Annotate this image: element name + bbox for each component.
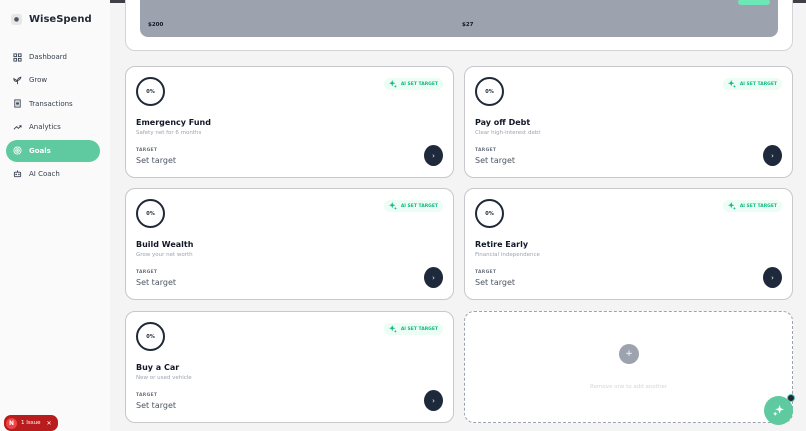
issue-label: 1 Issue — [21, 420, 41, 426]
ai-set-target-button[interactable]: AI SET TARGET — [383, 78, 443, 90]
sparkle-icon — [727, 202, 736, 210]
ai-set-target-button[interactable]: AI SET TARGET — [722, 78, 782, 90]
progress-ring: 0% — [475, 77, 504, 106]
goal-title: Build Wealth — [136, 240, 194, 249]
goal-card-build-wealth[interactable]: 0% AI SET TARGET Build Wealth Grow your … — [125, 188, 454, 300]
ai-set-target-button[interactable]: AI SET TARGET — [722, 200, 782, 212]
sidebar-item-transactions[interactable]: Transactions — [6, 93, 100, 115]
ai-badge-label: AI SET TARGET — [400, 203, 438, 209]
goal-subtitle: Grow your net worth — [136, 252, 193, 258]
progress-ring: 0% — [136, 322, 165, 351]
sidebar-item-grow[interactable]: Grow — [6, 69, 100, 91]
add-goal-hint: Remove one to add another — [590, 384, 667, 390]
target-label: TARGET — [475, 270, 497, 275]
brand[interactable]: ● WiseSpend — [11, 14, 92, 25]
summary-card: $200 $27 — [125, 0, 793, 51]
chevron-right-button[interactable]: › — [763, 267, 782, 288]
ai-badge-label: AI SET TARGET — [400, 81, 438, 87]
ai-badge-label: AI SET TARGET — [400, 326, 438, 332]
goal-subtitle: New or used vehicle — [136, 375, 192, 381]
goal-card-buy-a-car[interactable]: 0% AI SET TARGET Buy a Car New or used v… — [125, 311, 454, 423]
sidebar-nav: Dashboard Grow Transactions Analytics Go… — [6, 46, 100, 186]
chevron-right-icon: › — [771, 151, 774, 160]
chevron-right-button[interactable]: › — [424, 390, 443, 411]
sidebar-item-goals[interactable]: Goals — [6, 139, 100, 162]
sidebar-item-dashboard[interactable]: Dashboard — [6, 46, 100, 68]
progress-ring: 0% — [475, 199, 504, 228]
grid-icon — [13, 52, 22, 62]
target-icon — [13, 146, 22, 155]
goal-title: Retire Early — [475, 240, 529, 249]
chevron-right-button[interactable]: › — [424, 145, 443, 166]
sprout-icon — [13, 76, 22, 85]
summary-right-value: $27 — [462, 22, 474, 28]
target-value: Set target — [136, 401, 177, 410]
goal-title: Emergency Fund — [136, 118, 211, 127]
chevron-right-icon: › — [432, 151, 435, 160]
target-value: Set target — [136, 278, 177, 287]
robot-icon — [13, 169, 22, 178]
progress-ring: 0% — [136, 77, 165, 106]
add-goal-card: + Remove one to add another — [464, 311, 793, 423]
receipt-icon — [13, 99, 22, 108]
target-label: TARGET — [475, 148, 497, 153]
sparkle-icon — [773, 405, 784, 416]
sidebar-item-analytics[interactable]: Analytics — [6, 116, 100, 138]
sidebar-item-ai-coach[interactable]: AI Coach — [6, 163, 100, 185]
sidebar-item-label: Analytics — [29, 123, 61, 132]
target-label: TARGET — [136, 393, 158, 398]
target-label: TARGET — [136, 270, 158, 275]
chevron-right-button[interactable]: › — [424, 267, 443, 288]
target-value: Set target — [136, 156, 177, 165]
issue-initial: N — [6, 417, 17, 429]
chevron-right-icon: › — [432, 273, 435, 282]
ai-set-target-button[interactable]: AI SET TARGET — [383, 200, 443, 212]
chevron-right-icon: › — [771, 273, 774, 282]
sidebar-item-label: Grow — [29, 76, 48, 85]
goal-title: Pay off Debt — [475, 118, 531, 127]
goal-subtitle: Clear high-interest debt — [475, 130, 541, 136]
sidebar-item-label: Goals — [29, 146, 51, 155]
issue-badge[interactable]: N 1 Issue ✕ — [4, 415, 58, 431]
sparkle-icon — [388, 325, 397, 333]
target-value: Set target — [475, 278, 516, 287]
sidebar-item-label: Dashboard — [29, 53, 67, 61]
notification-dot — [787, 394, 795, 402]
ai-set-target-button[interactable]: AI SET TARGET — [383, 323, 443, 335]
logo-icon: ● — [11, 14, 22, 25]
goal-card-pay-off-debt[interactable]: 0% AI SET TARGET Pay off Debt Clear high… — [464, 66, 793, 178]
sidebar-item-label: AI Coach — [29, 169, 60, 178]
summary-left-value: $200 — [148, 22, 164, 28]
target-value: Set target — [475, 156, 516, 165]
goal-subtitle: Safety net for 6 months — [136, 130, 202, 136]
chevron-right-icon: › — [432, 396, 435, 405]
progress-ring: 0% — [136, 199, 165, 228]
summary-pill — [738, 0, 770, 5]
plus-icon: + — [625, 349, 633, 359]
goal-card-emergency-fund[interactable]: 0% AI SET TARGET Emergency Fund Safety n… — [125, 66, 454, 178]
ai-badge-label: AI SET TARGET — [739, 81, 777, 87]
goal-card-retire-early[interactable]: 0% AI SET TARGET Retire Early Financial … — [464, 188, 793, 300]
sparkle-icon — [388, 80, 397, 88]
sparkle-icon — [388, 202, 397, 210]
add-goal-button[interactable]: + — [619, 344, 639, 364]
goal-title: Buy a Car — [136, 363, 180, 372]
target-label: TARGET — [136, 148, 158, 153]
app-name: WiseSpend — [29, 14, 92, 25]
sparkle-icon — [727, 80, 736, 88]
close-icon[interactable]: ✕ — [46, 420, 51, 427]
summary-panel: $200 $27 — [140, 0, 778, 37]
sidebar-item-label: Transactions — [29, 99, 73, 108]
goal-subtitle: Financial independence — [475, 252, 540, 258]
trend-icon — [13, 123, 22, 132]
ai-badge-label: AI SET TARGET — [739, 203, 777, 209]
sidebar: ● WiseSpend Dashboard Grow Transactions — [0, 0, 110, 431]
chevron-right-button[interactable]: › — [763, 145, 782, 166]
